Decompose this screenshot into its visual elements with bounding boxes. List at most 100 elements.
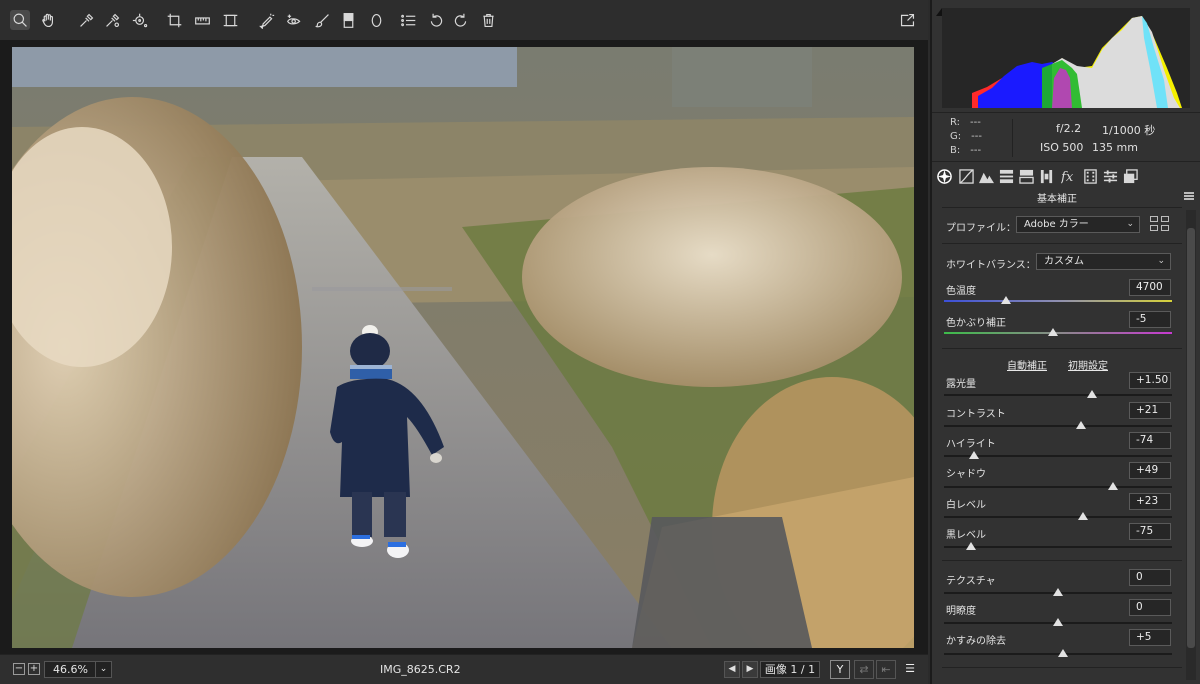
contrast-slider-thumb[interactable] [1075,421,1086,429]
shadows-value[interactable]: +49 [1129,462,1171,479]
trash-icon[interactable] [478,10,498,30]
b-value: --- [970,145,982,156]
preferences-icon[interactable] [398,10,418,30]
rotate-right-icon[interactable] [450,10,470,30]
red-eye-icon[interactable] [284,10,304,30]
spot-removal-icon[interactable] [256,10,276,30]
basic-tab-icon[interactable] [936,168,952,184]
info-readout: R: --- G: --- B: --- f/2.2 1/1000 秒 ISO 500… [932,112,1200,162]
profile-value: Adobe カラー [1024,219,1089,230]
white-balance-dropdown[interactable]: カスタム ⌄ [1036,253,1171,270]
zoom-in-button[interactable]: + [28,663,40,675]
white-balance-icon[interactable] [76,10,96,30]
status-bar: − + 46.6% ⌄ IMG_8625.CR2 ◀ ▶ 画像 1 / 1 Y … [0,654,928,684]
svg-text:fx: fx [1061,170,1074,184]
profile-browser-icon[interactable] [1150,216,1170,232]
radial-filter-icon[interactable] [366,10,386,30]
g-value: --- [971,131,982,142]
chevron-down-icon: ⌄ [1126,219,1134,229]
temperature-label: 色温度 [946,286,976,297]
temperature-slider-thumb[interactable] [1000,296,1011,304]
panel-scrollbar[interactable] [1186,210,1196,680]
hand-icon[interactable] [38,10,58,30]
tint-slider-thumb[interactable] [1048,328,1059,336]
effects-tab-icon[interactable]: fx [1060,168,1076,184]
iso-value: ISO 500 [1040,141,1084,154]
fullscreen-icon[interactable] [897,10,917,30]
blacks-slider-thumb[interactable] [966,542,977,550]
image-counter: 画像 1 / 1 [760,661,820,678]
split-toning-tab-icon[interactable] [1018,168,1034,184]
detail-tab-icon[interactable] [978,168,994,184]
straighten-icon[interactable] [192,10,212,30]
b-label: B: [950,145,961,156]
texture-value[interactable]: 0 [1129,569,1171,586]
blacks-value[interactable]: -75 [1129,523,1171,540]
before-after-toggle-button[interactable]: Y [830,660,850,679]
temperature-slider[interactable] [944,300,1172,302]
clarity-label: 明瞭度 [946,606,976,617]
exposure-slider[interactable] [944,394,1172,396]
swap-settings-button[interactable]: ⇤ [876,660,896,679]
transform-icon[interactable] [220,10,240,30]
highlights-value[interactable]: -74 [1129,432,1171,449]
rotate-left-icon[interactable] [426,10,446,30]
dehaze-label: かすみの除去 [946,636,1006,647]
g-label: G: [950,131,962,142]
temperature-value[interactable]: 4700 [1129,279,1171,296]
snapshots-tab-icon[interactable] [1122,168,1138,184]
contrast-slider[interactable] [944,425,1172,427]
clarity-value[interactable]: 0 [1129,599,1171,616]
shadows-slider[interactable] [944,486,1172,488]
highlights-slider-thumb[interactable] [968,451,979,459]
next-image-button[interactable]: ▶ [742,661,758,678]
blacks-slider[interactable] [944,546,1172,548]
divider [942,667,1182,668]
zoom-icon[interactable] [10,10,30,30]
exposure-slider-thumb[interactable] [1087,390,1098,398]
color-sampler-icon[interactable] [102,10,122,30]
auto-button[interactable]: 自動補正 [1007,357,1047,372]
white-balance-label: ホワイトバランス： [946,260,1036,271]
image-canvas[interactable] [0,40,928,654]
chevron-down-icon: ⌄ [95,662,111,677]
default-button[interactable]: 初期設定 [1068,357,1108,372]
panel-menu-icon[interactable] [1184,192,1194,200]
dehaze-value[interactable]: +5 [1129,629,1171,646]
tint-label: 色かぶり補正 [946,318,1006,329]
scroll-thumb[interactable] [1187,228,1195,648]
zoom-level-select[interactable]: 46.6% ⌄ [44,661,112,678]
tone-curve-tab-icon[interactable] [958,168,974,184]
texture-label: テクスチャ [946,576,996,587]
contrast-value[interactable]: +21 [1129,402,1171,419]
contrast-label: コントラスト [946,409,1006,420]
zoom-out-button[interactable]: − [13,663,25,675]
compare-settings-button[interactable]: ⇄ [854,660,874,679]
calibration-tab-icon[interactable] [1082,168,1098,184]
view-settings-button[interactable]: ☰ [900,660,920,679]
whites-value[interactable]: +23 [1129,493,1171,510]
exposure-value[interactable]: +1.50 [1129,372,1171,389]
whites-slider-thumb[interactable] [1078,512,1089,520]
tint-value[interactable]: -5 [1129,311,1171,328]
profile-label: プロファイル： [946,223,1016,234]
hsl-tab-icon[interactable] [998,168,1014,184]
chevron-down-icon: ⌄ [1157,256,1165,266]
clarity-slider-thumb[interactable] [1053,618,1063,626]
profile-dropdown[interactable]: Adobe カラー ⌄ [1016,216,1140,233]
graduated-filter-icon[interactable] [338,10,358,30]
lens-tab-icon[interactable] [1038,168,1054,184]
whites-slider[interactable] [944,516,1172,518]
adjustment-brush-icon[interactable] [312,10,332,30]
exposure-label: 露光量 [946,379,976,390]
panel-title: 基本補正 [1037,194,1077,205]
shadows-slider-thumb[interactable] [1107,482,1118,490]
dehaze-slider-thumb[interactable] [1057,649,1068,657]
crop-icon[interactable] [164,10,184,30]
histogram [942,8,1190,108]
target-adjust-icon[interactable] [130,10,150,30]
texture-slider-thumb[interactable] [1053,588,1063,596]
zoom-level-value: 46.6% [53,663,88,676]
presets-tab-icon[interactable] [1102,168,1118,184]
prev-image-button[interactable]: ◀ [724,661,740,678]
